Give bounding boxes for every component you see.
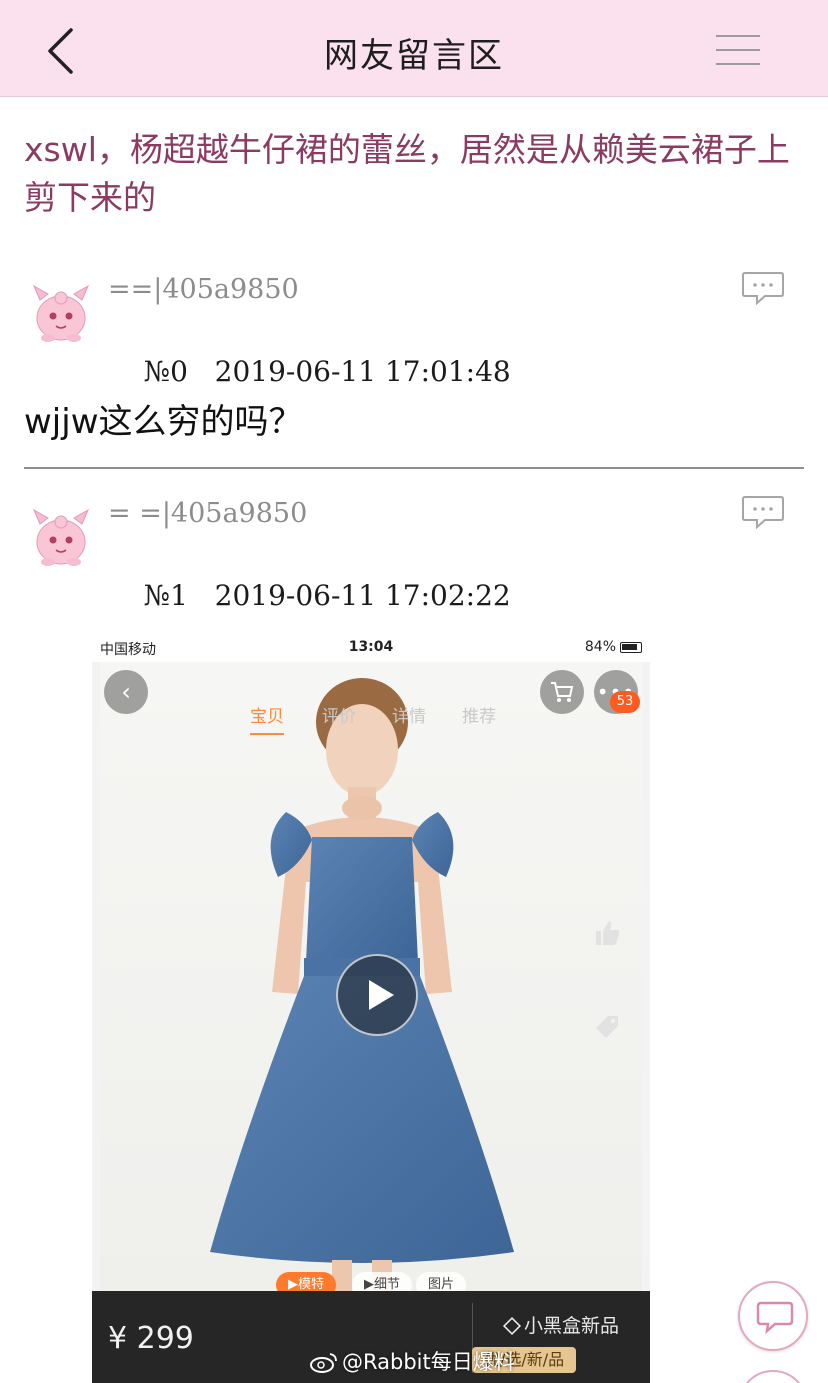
reply-timestamp: 2019-06-11 17:02:22 xyxy=(214,579,511,612)
brand-box: 小黑盒新品 xyxy=(502,1311,620,1338)
reply-body: wjjw这么穷的吗？ xyxy=(24,402,303,442)
reply-item: = =|405a9850 №1 2019-06-11 17:02:22 xyxy=(0,490,828,612)
pink-creature-avatar xyxy=(32,508,90,566)
battery-label: 84% xyxy=(584,639,616,655)
brand-box-label: 小黑盒新品 xyxy=(524,1315,620,1337)
reply-timestamp: 2019-06-11 17:01:48 xyxy=(214,355,511,388)
reply-comment-button[interactable] xyxy=(741,494,785,530)
tab-reviews[interactable]: 评价 xyxy=(322,702,356,727)
price-tag-icon xyxy=(596,1016,618,1038)
clock-label: 13:04 xyxy=(348,639,394,655)
box-icon xyxy=(502,1316,522,1336)
reply-item: ==|405a9850 №0 2019-06-11 17:01:48 wjjw这… xyxy=(0,266,828,466)
reply-divider xyxy=(24,467,804,469)
product-photo: ‹ 宝贝 评价 详情 推荐 ••• 53 xyxy=(100,662,642,1298)
tag-side-button[interactable] xyxy=(592,1012,622,1045)
reply-comment-button[interactable] xyxy=(741,270,785,306)
embedded-status-bar: 中国移动 13:04 84% xyxy=(92,634,650,662)
reply-username: ==|405a9850 xyxy=(108,274,299,305)
comment-bubble-icon xyxy=(756,1301,794,1335)
watermark-text: @Rabbit每日爆料 xyxy=(342,1350,515,1374)
page-title: 网友留言区 xyxy=(324,36,504,76)
embedded-back-button[interactable]: ‹ xyxy=(104,670,148,714)
like-side-button[interactable] xyxy=(592,918,622,951)
floor-number: №0 xyxy=(143,355,188,388)
cart-icon xyxy=(551,682,574,702)
tab-details[interactable]: 详情 xyxy=(392,702,426,727)
top-nav-bar: 网友留言区 xyxy=(0,0,828,97)
avatar[interactable] xyxy=(30,498,92,568)
cart-button[interactable] xyxy=(540,670,584,714)
floor-number: №1 xyxy=(143,579,188,612)
pink-creature-avatar xyxy=(32,284,90,342)
reply-username: = =|405a9850 xyxy=(108,498,308,529)
reply-meta: №1 2019-06-11 17:02:22 xyxy=(108,546,511,645)
floating-comment-button[interactable] xyxy=(738,1281,808,1351)
battery-icon xyxy=(620,642,642,653)
avatar[interactable] xyxy=(30,274,92,344)
post-title: xswl，杨超越牛仔裙的蕾丝，居然是从赖美云裙子上剪下来的 xyxy=(24,130,790,217)
comment-bubble-icon xyxy=(742,496,784,530)
weibo-logo-icon xyxy=(310,1353,337,1373)
product-price: ¥ 299 xyxy=(108,1321,194,1356)
attached-image[interactable]: 中国移动 13:04 84% ‹ 宝贝 评价 详情 推荐 53 ▶模特 ▶细节 … xyxy=(92,634,650,1383)
tab-recommend[interactable]: 推荐 xyxy=(462,702,496,727)
floating-action-button[interactable] xyxy=(738,1370,808,1383)
hamburger-menu-icon xyxy=(716,35,760,37)
menu-button[interactable] xyxy=(716,35,760,71)
comment-bubble-icon xyxy=(742,272,784,306)
play-icon xyxy=(369,980,394,1010)
thumbs-up-icon xyxy=(596,921,620,945)
video-play-button[interactable] xyxy=(336,954,418,1036)
tab-baby[interactable]: 宝贝 xyxy=(250,702,284,735)
watermark: @Rabbit每日爆料 xyxy=(310,1346,515,1376)
notification-badge: 53 xyxy=(610,691,640,713)
